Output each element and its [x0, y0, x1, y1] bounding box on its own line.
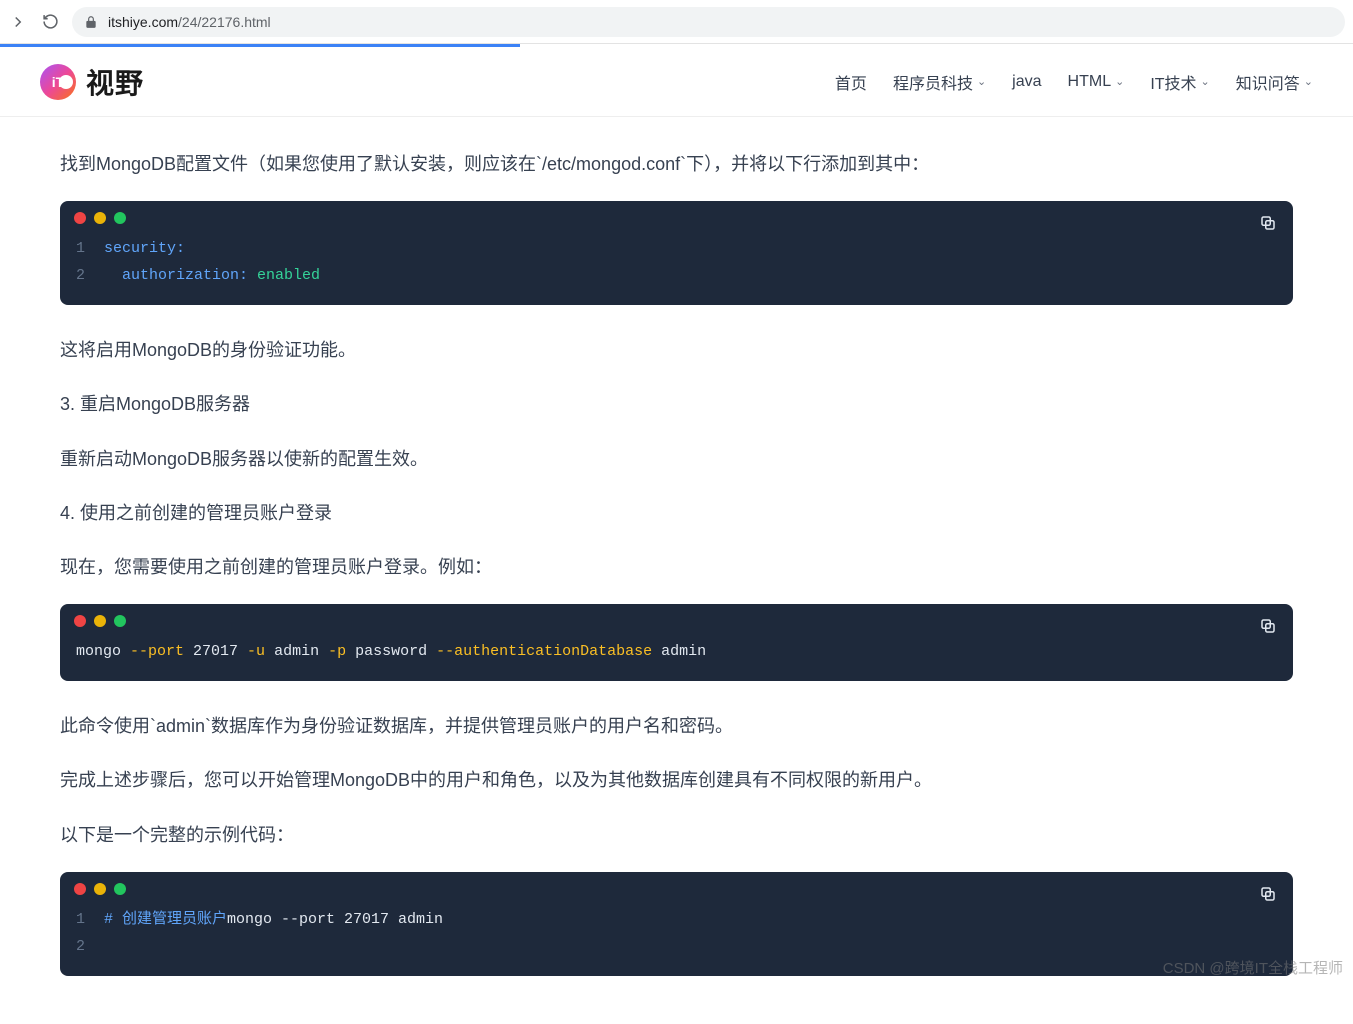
logo[interactable]: iT 视野 — [40, 62, 144, 102]
browser-bar: itshiye.com/24/22176.html — [0, 0, 1353, 44]
code-block-3: 1# 创建管理员账户mongo --port 27017 admin2 — [60, 872, 1293, 976]
code-block-2: mongo --port 27017 -u admin -p password … — [60, 604, 1293, 681]
nav-it[interactable]: IT技术 ⌄ — [1150, 70, 1209, 94]
copy-button[interactable] — [1259, 209, 1281, 231]
lock-icon — [84, 15, 98, 29]
chevron-down-icon: ⌄ — [1115, 75, 1124, 88]
code-token: password — [346, 643, 436, 660]
chevron-down-icon: ⌄ — [1304, 75, 1313, 88]
window-min-dot — [94, 883, 106, 895]
logo-text: 视野 — [86, 62, 144, 102]
copy-button[interactable] — [1259, 880, 1281, 902]
line-number: 2 — [76, 262, 104, 289]
nav-label: 程序员科技 — [893, 70, 973, 94]
paragraph: 现在，您需要使用之前创建的管理员账户登录。例如： — [60, 550, 1293, 584]
code-token: -u — [247, 643, 265, 660]
window-max-dot — [114, 883, 126, 895]
window-close-dot — [74, 615, 86, 627]
code-body: 1# 创建管理员账户mongo --port 27017 admin2 — [60, 906, 1293, 976]
code-token: mongo — [76, 643, 130, 660]
code-token: admin — [265, 643, 328, 660]
copy-button[interactable] — [1259, 612, 1281, 634]
chevron-down-icon: ⌄ — [1201, 75, 1210, 88]
url-bar[interactable]: itshiye.com/24/22176.html — [72, 7, 1345, 37]
code-token: --port — [130, 643, 184, 660]
heading-4: 4. 使用之前创建的管理员账户登录 — [60, 496, 1293, 530]
chevron-down-icon: ⌄ — [977, 75, 986, 88]
nav-label: IT技术 — [1150, 70, 1196, 94]
url-text: itshiye.com/24/22176.html — [108, 14, 271, 30]
code-window-controls — [60, 604, 1293, 638]
article-content: 找到MongoDB配置文件（如果您使用了默认安装，则应该在`/etc/mongo… — [0, 117, 1353, 1024]
code-token: 27017 — [184, 643, 247, 660]
main-nav: 首页 程序员科技⌄ java HTML⌄ IT技术⌄ 知识问答⌄ — [835, 70, 1313, 94]
window-max-dot — [114, 615, 126, 627]
code-token: admin — [652, 643, 706, 660]
window-close-dot — [74, 883, 86, 895]
window-min-dot — [94, 615, 106, 627]
code-body: 1security:2 authorization: enabled — [60, 235, 1293, 305]
url-domain: itshiye.com — [108, 14, 178, 30]
code-token: # 创建管理员账户mongo --port 27017 admin — [104, 906, 443, 933]
paragraph: 找到MongoDB配置文件（如果您使用了默认安装，则应该在`/etc/mongo… — [60, 147, 1293, 181]
paragraph: 此命令使用`admin`数据库作为身份验证数据库，并提供管理员账户的用户名和密码… — [60, 709, 1293, 743]
nav-qa[interactable]: 知识问答 ⌄ — [1236, 70, 1313, 94]
forward-button[interactable] — [8, 12, 28, 32]
logo-icon: iT — [40, 64, 76, 100]
line-number: 1 — [76, 235, 104, 262]
code-token: security: — [104, 235, 185, 262]
heading-3: 3. 重启MongoDB服务器 — [60, 387, 1293, 421]
paragraph: 这将启用MongoDB的身份验证功能。 — [60, 333, 1293, 367]
nav-label: 首页 — [835, 70, 867, 94]
window-min-dot — [94, 212, 106, 224]
nav-html[interactable]: HTML⌄ — [1068, 73, 1125, 91]
nav-home[interactable]: 首页 — [835, 70, 867, 94]
code-body: mongo --port 27017 -u admin -p password … — [60, 638, 1293, 681]
paragraph: 以下是一个完整的示例代码： — [60, 818, 1293, 852]
code-block-1: 1security:2 authorization: enabled — [60, 201, 1293, 305]
line-number: 1 — [76, 906, 104, 933]
site-header: iT 视野 首页 程序员科技⌄ java HTML⌄ IT技术⌄ 知识问答⌄ — [0, 47, 1353, 117]
code-token: --authenticationDatabase — [436, 643, 652, 660]
code-token: -p — [328, 643, 346, 660]
code-token: authorization: enabled — [104, 262, 320, 289]
nav-label: 知识问答 — [1236, 70, 1300, 94]
watermark: CSDN @跨境IT全栈工程师 — [1163, 957, 1343, 978]
code-window-controls — [60, 872, 1293, 906]
nav-java[interactable]: java — [1012, 73, 1041, 91]
window-close-dot — [74, 212, 86, 224]
nav-tech[interactable]: 程序员科技 ⌄ — [893, 70, 986, 94]
paragraph: 完成上述步骤后，您可以开始管理MongoDB中的用户和角色，以及为其他数据库创建… — [60, 763, 1293, 797]
code-window-controls — [60, 201, 1293, 235]
url-path: /24/22176.html — [178, 14, 271, 30]
window-max-dot — [114, 212, 126, 224]
reload-button[interactable] — [40, 12, 60, 32]
line-number: 2 — [76, 933, 104, 960]
nav-label: java — [1012, 73, 1041, 91]
paragraph: 重新启动MongoDB服务器以使新的配置生效。 — [60, 442, 1293, 476]
nav-label: HTML — [1068, 73, 1112, 91]
